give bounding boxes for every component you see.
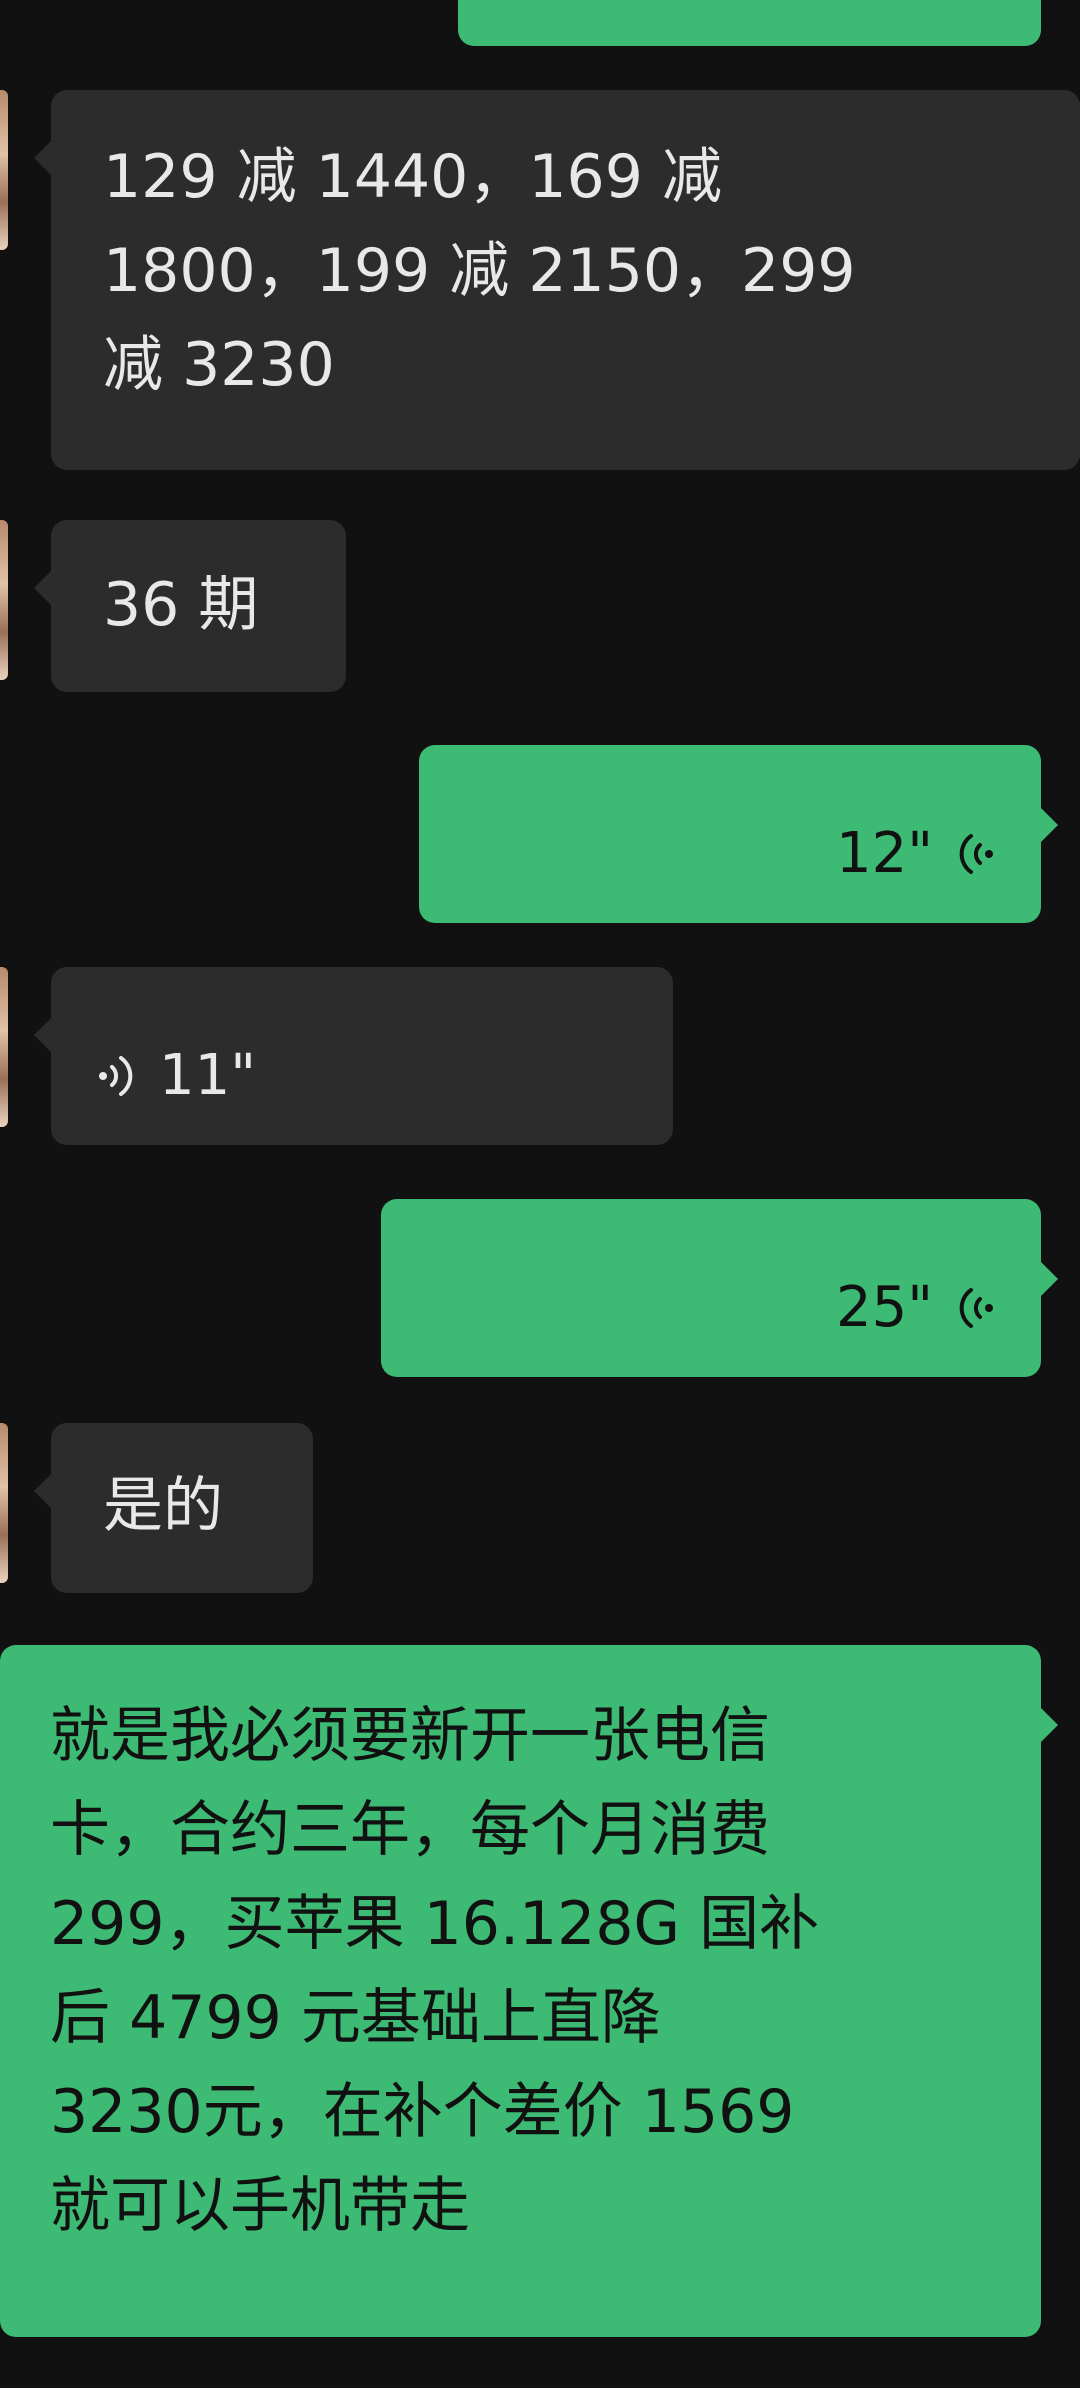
contact-avatar[interactable] <box>0 1423 8 1583</box>
voice-message-content: 11" <box>91 1029 256 1123</box>
voice-message-content: 25" <box>836 1261 1001 1355</box>
contact-avatar[interactable] <box>0 967 8 1127</box>
voice-wave-icon <box>959 1288 993 1328</box>
voice-duration: 11" <box>159 1043 257 1108</box>
voice-message-content: 12" <box>836 807 1001 901</box>
message-text: 是的 <box>103 1471 223 1541</box>
voice-message-incoming[interactable]: 11" <box>34 967 673 1145</box>
voice-message-outgoing[interactable]: 25" <box>381 1199 1058 1377</box>
message-bubble-outgoing[interactable]: 就是我必须要新开一张电信 卡，合约三年，每个月消费 299，买苹果 16.128… <box>0 1645 1058 2337</box>
chat-screen: { "messages": [ { "direction": "outgoing… <box>0 0 1080 2388</box>
message-text: 36 期 <box>103 570 259 640</box>
message-bubble-incoming[interactable]: 是的 <box>34 1423 313 1593</box>
contact-avatar[interactable] <box>0 520 8 680</box>
voice-duration: 12" <box>835 821 933 886</box>
message-text: 129 减 1440，169 减 1800，199 减 2150，299 减 3… <box>103 142 856 400</box>
voice-wave-icon <box>99 1056 133 1096</box>
voice-message-outgoing[interactable]: 12" <box>419 745 1058 923</box>
contact-avatar[interactable] <box>0 90 8 250</box>
message-bubble-incoming[interactable]: 129 减 1440，169 减 1800，199 减 2150，299 减 3… <box>34 90 1080 470</box>
message-bubble-outgoing[interactable] <box>458 0 1041 46</box>
voice-duration: 25" <box>835 1275 933 1340</box>
voice-wave-icon <box>959 834 993 874</box>
message-text: 就是我必须要新开一张电信 卡，合约三年，每个月消费 299，买苹果 16.128… <box>50 1701 820 2241</box>
message-bubble-incoming[interactable]: 36 期 <box>34 520 346 692</box>
